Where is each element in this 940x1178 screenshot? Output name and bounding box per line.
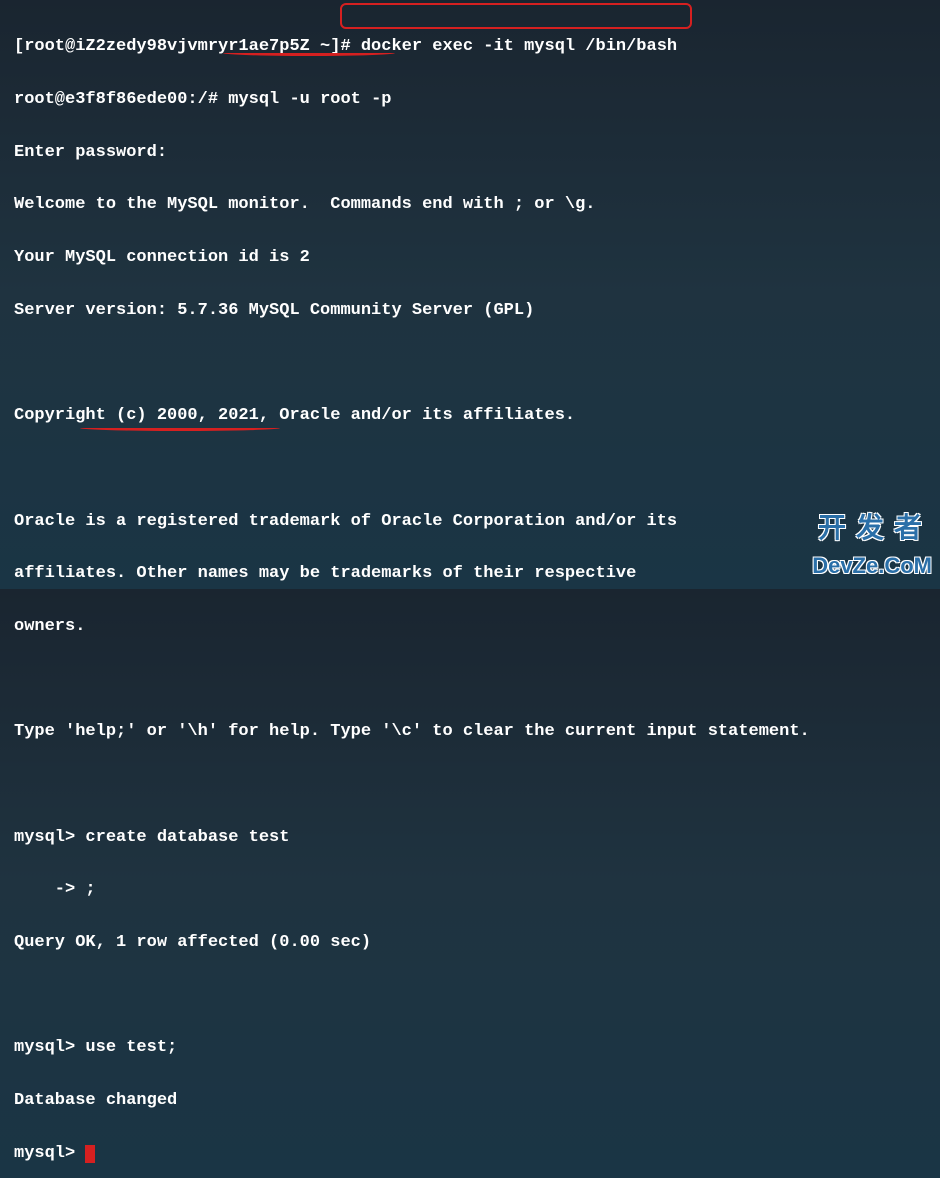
container-shell-prompt: root@e3f8f86ede00:/# [14, 90, 218, 109]
line-enter-password: Enter password: [14, 140, 926, 166]
terminal-output[interactable]: [root@iZ2zedy98vjvmryr1ae7p5Z ~]# docker… [14, 8, 926, 1178]
line-container-prompt: root@e3f8f86ede00:/# mysql -u root -p [14, 87, 926, 113]
line-trademark2: affiliates. Other names may be trademark… [14, 561, 926, 587]
use-database-command: use test; [75, 1038, 177, 1057]
line-blank [14, 456, 926, 482]
line-trademark3: owners. [14, 614, 926, 640]
line-use-test: mysql> use test; [14, 1035, 926, 1061]
line-welcome: Welcome to the MySQL monitor. Commands e… [14, 192, 926, 218]
mysql-login-command: mysql -u root -p [218, 90, 391, 109]
line-blank [14, 667, 926, 693]
line-host-prompt: [root@iZ2zedy98vjvmryr1ae7p5Z ~]# docker… [14, 34, 926, 60]
host-shell-prompt: [root@iZ2zedy98vjvmryr1ae7p5Z ~]# [14, 37, 351, 56]
line-copyright: Copyright (c) 2000, 2021, Oracle and/or … [14, 403, 926, 429]
line-blank [14, 772, 926, 798]
line-query-ok: Query OK, 1 row affected (0.00 sec) [14, 930, 926, 956]
line-blank [14, 350, 926, 376]
docker-exec-command: docker exec -it mysql /bin/bash [351, 37, 677, 56]
cursor-icon [85, 1145, 95, 1163]
mysql-prompt: mysql> [14, 1038, 75, 1057]
mysql-prompt: mysql> [14, 828, 75, 847]
line-help: Type 'help;' or '\h' for help. Type '\c'… [14, 719, 926, 745]
create-database-command: create database test [75, 828, 289, 847]
line-continuation: -> ; [14, 877, 926, 903]
line-db-changed: Database changed [14, 1088, 926, 1114]
line-create-db: mysql> create database test [14, 825, 926, 851]
line-blank [14, 983, 926, 1009]
line-trademark1: Oracle is a registered trademark of Orac… [14, 509, 926, 535]
mysql-prompt: mysql> [14, 1144, 85, 1163]
line-server-version: Server version: 5.7.36 MySQL Community S… [14, 298, 926, 324]
line-current-prompt: mysql> [14, 1141, 926, 1167]
line-connection-id: Your MySQL connection id is 2 [14, 245, 926, 271]
